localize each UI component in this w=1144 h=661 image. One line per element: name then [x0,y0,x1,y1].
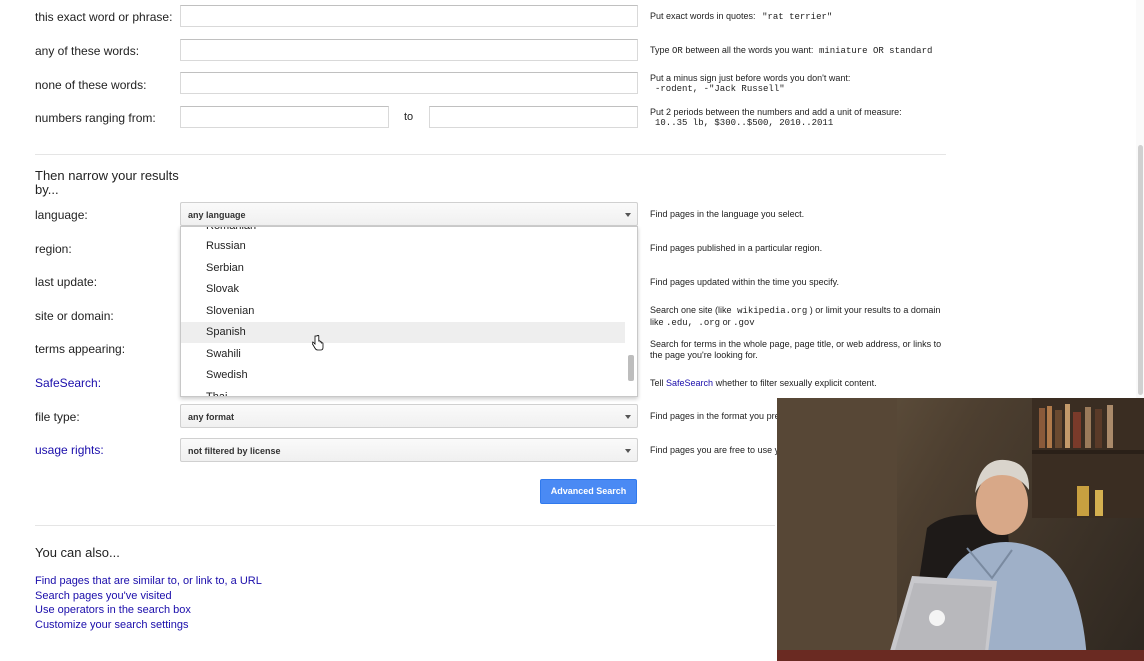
hint-code: .edu, .org [666,318,721,328]
dropdown-option[interactable]: Swedish [181,365,625,386]
hint-text: the page you're looking for. [650,350,758,360]
hint-text: like [650,317,664,327]
hint-code: "rat terrier" [762,12,833,22]
hint-text: Search one site (like [650,305,732,315]
hint-code: miniature OR standard [818,46,933,56]
page-scrollbar-thumb[interactable] [1138,145,1143,395]
hint-text: between all the words you want: [685,45,814,55]
usage-rights-hint: Find pages you are free to use y [650,445,780,455]
language-dropdown-list[interactable]: Romanian Russian Serbian Slovak Slovenia… [180,226,638,397]
hint-text: Put exact words in quotes: [650,11,756,21]
hint-code: wikipedia.org [737,306,808,316]
chevron-down-icon [625,449,631,453]
exact-phrase-hint: Put exact words in quotes: "rat terrier" [650,11,832,23]
visited-pages-link[interactable]: Search pages you've visited [35,590,172,602]
number-from-input[interactable] [180,106,389,128]
none-words-hint: Put a minus sign just before words you d… [650,73,850,95]
presenter-video-overlay [777,398,1144,661]
region-label: region: [35,242,72,256]
dropdown-option[interactable]: Russian [181,236,625,257]
file-type-hint: Find pages in the format you pre [650,411,780,421]
hint-text: whether to filter sexually explicit cont… [715,378,877,388]
dropdown-option[interactable]: Slovenian [181,301,625,322]
hint-text: Put a minus sign just before words you d… [650,73,851,83]
section-divider [35,525,775,526]
number-to-input[interactable] [429,106,638,128]
none-words-input[interactable] [180,72,638,94]
hand-cursor-icon [312,335,324,351]
terms-appearing-label: terms appearing: [35,342,126,356]
similar-pages-link[interactable]: Find pages that are similar to, or link … [35,575,262,587]
safesearch-hint: Tell SafeSearch whether to filter sexual… [650,378,877,389]
dropdown-option-highlighted[interactable]: Spanish [181,322,625,343]
narrow-title: Then narrow your results by... [35,169,179,197]
narrow-title-line: Then narrow your results [35,168,179,183]
file-type-select-value: any format [188,412,235,422]
hint-text: Tell [650,378,664,388]
usage-rights-select[interactable]: not filtered by license [180,438,638,462]
section-divider [35,154,946,155]
hint-text: Put 2 periods between the numbers and ad… [650,107,902,117]
region-hint: Find pages published in a particular reg… [650,243,823,253]
last-update-label: last update: [35,275,98,289]
file-type-select[interactable]: any format [180,404,638,428]
language-select[interactable]: any language [180,202,638,226]
hint-code: OR [672,46,683,56]
exact-phrase-input[interactable] [180,5,638,27]
usage-rights-label[interactable]: usage rights: [35,443,104,457]
presenter-scene [777,398,1144,661]
dropdown-option[interactable]: Slovak [181,279,625,300]
terms-appearing-hint: Search for terms in the whole page, page… [650,339,941,361]
site-domain-hint: Search one site (like wikipedia.org ) or… [650,305,940,329]
usage-rights-select-value: not filtered by license [188,446,281,456]
search-settings-link[interactable]: Customize your search settings [35,619,188,631]
range-to-label: to [404,111,414,123]
exact-phrase-label: this exact word or phrase: [35,10,173,24]
none-words-label: none of these words: [35,78,147,92]
hint-code: .gov [733,318,755,328]
any-words-label: any of these words: [35,44,140,58]
hint-text: Type [650,45,670,55]
hint-code: 10..35 lb, $300..$500, 2010..2011 [655,118,834,128]
site-domain-label: site or domain: [35,309,114,323]
hint-code: -rodent, -"Jack Russell" [655,84,785,94]
operators-link[interactable]: Use operators in the search box [35,604,191,616]
language-label: language: [35,208,88,222]
language-hint: Find pages in the language you select. [650,209,805,219]
language-select-value: any language [188,210,246,220]
numbers-range-hint: Put 2 periods between the numbers and ad… [650,107,902,129]
hint-text: ) or limit your results to a domain [809,305,941,315]
dropdown-option[interactable]: Thai [181,387,625,396]
any-words-hint: Type OR between all the words you want: … [650,45,932,57]
advanced-search-button[interactable]: Advanced Search [540,479,637,504]
chevron-down-icon [625,213,631,217]
dropdown-scrollbar[interactable] [628,355,634,381]
numbers-range-label: numbers ranging from: [35,111,156,125]
dropdown-option[interactable]: Swahili [181,344,625,365]
any-words-input[interactable] [180,39,638,61]
hint-text: or [722,317,731,327]
hint-text: Search for terms in the whole page, page… [650,339,942,349]
you-can-also-title: You can also... [35,545,120,560]
dropdown-option[interactable]: Serbian [181,258,625,279]
narrow-title-line: by... [35,182,59,197]
file-type-label: file type: [35,410,80,424]
safesearch-label[interactable]: SafeSearch: [35,376,101,390]
chevron-down-icon [625,415,631,419]
safesearch-link[interactable]: SafeSearch [666,378,713,388]
last-update-hint: Find pages updated within the time you s… [650,277,839,287]
